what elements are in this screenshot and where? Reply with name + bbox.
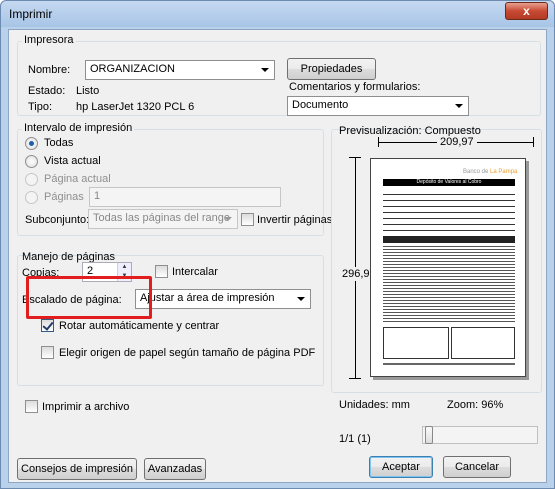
type-label: Tipo: [28,101,53,113]
comments-select[interactable]: Documento [287,96,469,116]
printer-select[interactable]: ORGANIZACION [85,60,275,80]
collate-checkbox[interactable] [155,265,168,278]
subset-select[interactable]: Todas las páginas del rango [88,209,238,229]
printer-select-value: ORGANIZACION [90,63,175,75]
title-bar[interactable]: Imprimir x [1,1,554,27]
range-all-radio[interactable] [25,137,38,150]
cancel-button[interactable]: Cancelar [443,456,511,478]
page-preview: Banco de La Pampa Depósito de Valores al… [370,158,526,377]
doc-title: Depósito de Valores al Cobro [383,179,515,186]
subset-select-value: Todas las páginas del rango [93,212,230,224]
page-counter: 1/1 (1) [339,433,371,445]
paper-source-label[interactable]: Elegir origen de papel según tamaño de p… [59,347,315,359]
range-pages-radio[interactable] [25,191,38,204]
range-current-view-label[interactable]: Vista actual [44,155,101,167]
doc-brand-a: Banco de [463,169,491,175]
auto-rotate-checkbox[interactable] [41,319,54,332]
pages-input[interactable]: 1 [89,187,281,207]
scaling-select-value: Ajustar a área de impresión [140,292,275,304]
comments-select-value: Documento [292,99,349,111]
accept-button[interactable]: Aceptar [369,456,433,478]
print-range-label: Intervalo de impresión [22,122,135,134]
range-pages-label[interactable]: Páginas [44,191,84,203]
doc-signature-box [383,327,449,359]
units-label: Unidades: mm [339,399,410,411]
printer-group-label: Impresora [22,34,76,46]
doc-brand-b: La Pampa [490,169,518,175]
doc-fine-print [383,245,515,323]
chevron-down-icon [297,297,305,301]
chevron-down-icon [261,68,269,72]
subset-label: Subconjunto: [25,214,90,226]
chevron-down-icon [455,104,463,108]
preview-width: 209,97 [437,136,477,148]
range-all-label[interactable]: Todas [44,137,73,149]
width-dimension-tick [533,137,534,147]
doc-signature-box [451,327,515,359]
doc-footer-line [383,363,515,365]
properties-button[interactable]: Propiedades [287,58,376,80]
paper-source-checkbox[interactable] [41,346,54,359]
reverse-pages-checkbox[interactable] [241,213,254,226]
scaling-select[interactable]: Ajustar a área de impresión [135,289,311,309]
page-slider-thumb[interactable] [425,426,433,444]
zoom-label: Zoom: 96% [447,399,504,411]
advanced-button[interactable]: Avanzadas [144,458,206,480]
status-value: Listo [76,85,100,97]
height-dimension-tick [349,378,361,379]
height-dimension-tick [349,157,361,158]
dialog-body: Impresora Nombre: ORGANIZACION Propiedad… [8,29,547,483]
print-tips-button[interactable]: Consejos de impresión [17,458,137,480]
printer-name-label: Nombre: [28,64,71,76]
doc-table-header [383,236,515,243]
range-current-page-radio[interactable] [25,173,38,186]
width-dimension-tick [378,137,379,147]
print-to-file-checkbox[interactable] [25,400,38,413]
doc-brand: Banco de La Pampa [463,169,517,175]
print-dialog: Imprimir x Impresora Nombre: ORGANIZACIO… [0,0,555,489]
auto-rotate-label[interactable]: Rotar automáticamente y centrar [59,320,219,332]
copies-highlight-box [26,276,152,319]
comments-label: Comentarios y formularios: [289,81,421,93]
close-button[interactable]: x [505,2,548,20]
chevron-down-icon [224,217,232,221]
range-current-page-label[interactable]: Página actual [44,173,111,185]
status-label: Estado: [28,85,66,97]
window-title: Imprimir [9,7,53,21]
reverse-pages-label[interactable]: Invertir páginas [257,214,332,226]
print-to-file-label[interactable]: Imprimir a archivo [42,401,129,413]
range-current-view-radio[interactable] [25,155,38,168]
spin-up-icon[interactable]: ▲ [118,263,131,272]
doc-form-lines [383,189,515,235]
collate-label[interactable]: Intercalar [172,266,218,278]
page-slider[interactable] [422,426,538,444]
type-value: hp LaserJet 1320 PCL 6 [76,101,195,113]
